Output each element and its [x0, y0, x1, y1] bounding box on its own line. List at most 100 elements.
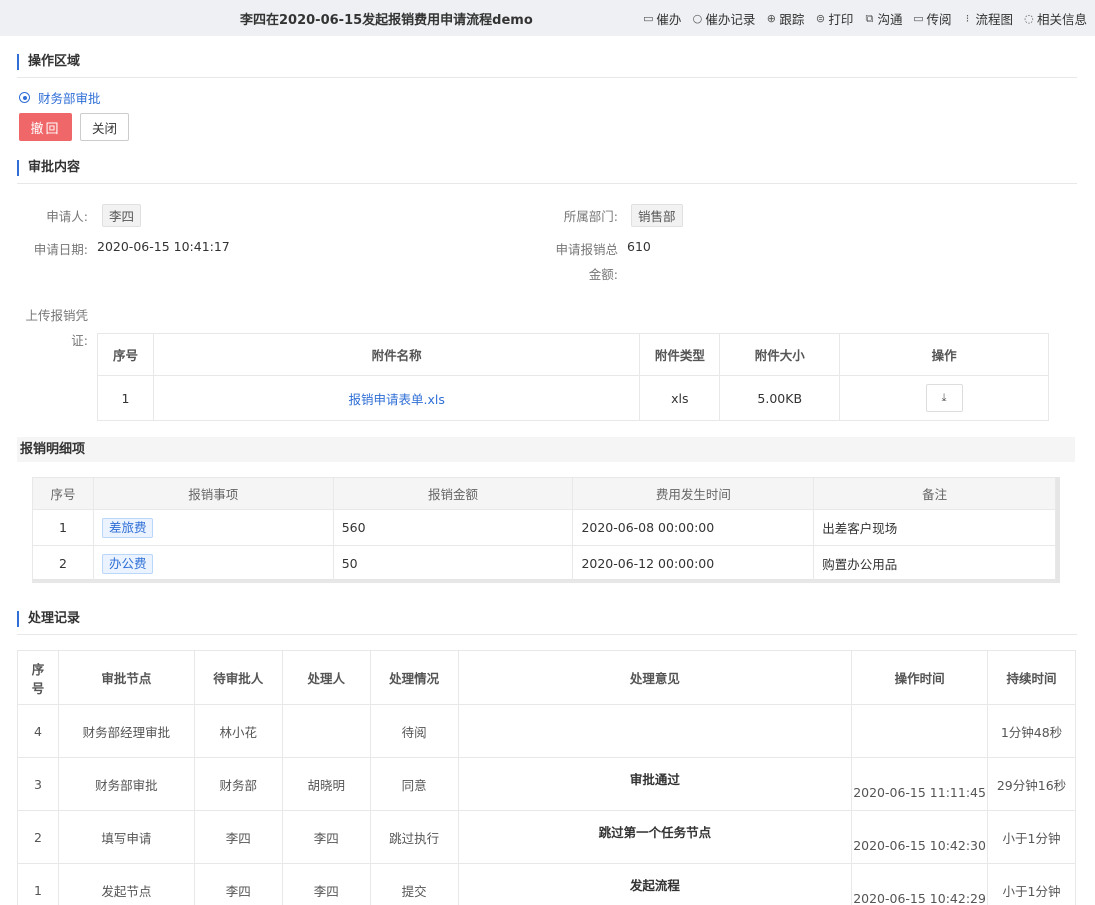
record-pending: 林小花	[193, 704, 283, 758]
print-button[interactable]: ⊜ 打印	[814, 9, 854, 28]
detail-no: 1	[32, 509, 94, 546]
record-opinion: 审批通过	[457, 757, 853, 811]
record-pending: 李四	[193, 863, 283, 905]
attachment-link[interactable]: 报销申请表单.xls	[348, 392, 444, 407]
related-info-button[interactable]: ◌ 相关信息	[1023, 9, 1087, 28]
track-button[interactable]: ⊕ 跟踪	[765, 9, 805, 28]
column-header: 报销金额	[332, 477, 574, 510]
record-duration: 小于1分钟	[987, 810, 1076, 864]
column-header: 处理意见	[457, 650, 853, 705]
record-opinion: 跳过第一个任务节点	[457, 810, 853, 864]
attachment-no: 1	[97, 375, 154, 421]
detail-item-tag: 办公费	[101, 553, 154, 574]
details-table: 序号 报销事项 报销金额 费用发生时间 备注 1 差旅费 560 2020-06…	[32, 477, 1056, 582]
track-label: 跟踪	[779, 12, 805, 27]
record-time	[851, 704, 989, 758]
divider	[17, 77, 1077, 78]
amount-value: 610	[627, 239, 651, 254]
detail-amount: 560	[332, 509, 574, 546]
detail-note: 出差客户现场	[813, 509, 1056, 546]
column-header: 序号	[17, 650, 59, 705]
table-row: 2 办公费 50 2020-06-12 00:00:00 购置办公用品	[32, 545, 1056, 582]
detail-time: 2020-06-08 00:00:00	[572, 509, 815, 546]
search-icon: ○	[692, 12, 703, 25]
table-header-row: 序号 附件名称 附件类型 附件大小 操作	[97, 333, 1049, 376]
table-row: 3 财务部审批 财务部 胡晓明 同意 审批通过 2020-06-15 11:11…	[17, 757, 1076, 811]
detail-time: 2020-06-12 00:00:00	[572, 545, 815, 582]
table-row: 4 财务部经理审批 林小花 待阅 1分钟48秒	[17, 704, 1076, 758]
column-header: 处理人	[281, 650, 371, 705]
record-duration: 小于1分钟	[987, 863, 1076, 905]
comment-icon: ◌	[1024, 12, 1034, 25]
urge-button[interactable]: ▭ 催办	[642, 9, 681, 28]
attachment-type: xls	[639, 375, 721, 421]
header-actions: ▭ 催办 ○ 催办记录 ⊕ 跟踪 ⊜ 打印 ⧉ 沟通 ▭ 传阅 ⁝ 流程图 ◌ 相关信息	[642, 9, 1087, 28]
page-title: 李四在2020-06-15发起报销费用申请流程demo	[240, 13, 533, 28]
divider	[17, 183, 1077, 184]
column-header: 附件大小	[719, 333, 841, 376]
table-row: 2 填写申请 李四 李四 跳过执行 跳过第一个任务节点 2020-06-15 1…	[17, 810, 1076, 864]
chat-icon: ⧉	[865, 11, 874, 25]
record-handler: 李四	[281, 810, 371, 864]
close-button[interactable]: 关闭	[80, 113, 129, 141]
download-icon: ⤓	[941, 391, 947, 404]
record-time: 2020-06-15 10:42:30	[851, 810, 989, 864]
divider	[17, 634, 1077, 635]
flowchart-button[interactable]: ⁝ 流程图	[961, 9, 1013, 28]
operation-section-title: 操作区域	[17, 54, 80, 70]
column-header: 备注	[813, 477, 1056, 510]
target-icon: ⊕	[766, 12, 777, 25]
attachment-actions: ⤓	[839, 375, 1049, 421]
column-header: 序号	[32, 477, 94, 510]
download-button[interactable]: ⤓	[925, 384, 963, 412]
detail-no: 2	[32, 545, 94, 582]
applicant-label: 申请人:	[46, 209, 88, 224]
column-header: 处理情况	[369, 650, 459, 705]
radio-selected-icon[interactable]	[19, 92, 30, 103]
print-label: 打印	[828, 12, 854, 27]
record-no: 4	[17, 704, 59, 758]
attachment-size: 5.00KB	[719, 375, 841, 421]
record-duration: 29分钟16秒	[987, 757, 1076, 811]
related-info-label: 相关信息	[1036, 12, 1087, 27]
detail-amount: 50	[332, 545, 574, 582]
details-table-wrapper: 序号 报销事项 报销金额 费用发生时间 备注 1 差旅费 560 2020-06…	[32, 477, 1060, 583]
attachments-table: 序号 附件名称 附件类型 附件大小 操作 1 报销申请表单.xls xls 5.…	[97, 333, 1049, 421]
attachment-name-cell: 报销申请表单.xls	[152, 375, 641, 421]
record-handler	[281, 704, 371, 758]
record-pending: 李四	[193, 810, 283, 864]
records-table: 序号 审批节点 待审批人 处理人 处理情况 处理意见 操作时间 持续时间 4 财…	[17, 650, 1076, 905]
urge-label: 催办	[656, 12, 682, 27]
communicate-button[interactable]: ⧉ 沟通	[863, 9, 903, 28]
revoke-button[interactable]: 撤回	[19, 113, 72, 141]
record-node: 填写申请	[57, 810, 195, 864]
top-bar: 李四在2020-06-15发起报销费用申请流程demo ▭ 催办 ○ 催办记录 ⊕ 跟…	[0, 0, 1095, 36]
detail-item-tag: 差旅费	[101, 517, 154, 538]
column-header: 报销事项	[92, 477, 334, 510]
circulate-label: 传阅	[926, 12, 952, 27]
table-row: 1 报销申请表单.xls xls 5.00KB ⤓	[97, 375, 1049, 421]
record-time: 2020-06-15 10:42:29	[851, 863, 989, 905]
folder-icon: ▭	[643, 12, 654, 25]
record-status: 同意	[369, 757, 459, 811]
column-header: 持续时间	[987, 650, 1076, 705]
record-opinion: 发起流程	[457, 863, 853, 905]
urge-record-button[interactable]: ○ 催办记录	[691, 9, 756, 28]
upload-label-line1: 上传报销凭	[25, 308, 88, 323]
urge-record-label: 催办记录	[705, 12, 756, 27]
communicate-label: 沟通	[877, 12, 903, 27]
column-header: 审批节点	[57, 650, 195, 705]
details-section-title: 报销明细项	[17, 437, 1075, 462]
record-no: 3	[17, 757, 59, 811]
record-no: 2	[17, 810, 59, 864]
circulate-button[interactable]: ▭ 传阅	[912, 9, 951, 28]
record-time: 2020-06-15 11:11:45	[851, 757, 989, 811]
column-header: 序号	[97, 333, 154, 376]
column-header: 费用发生时间	[572, 477, 815, 510]
table-header-row: 序号 报销事项 报销金额 费用发生时间 备注	[32, 477, 1056, 510]
record-duration: 1分钟48秒	[987, 704, 1076, 758]
table-row: 1 发起节点 李四 李四 提交 发起流程 2020-06-15 10:42:29…	[17, 863, 1076, 905]
records-section-title: 处理记录	[17, 611, 80, 627]
approve-radio-option[interactable]: 财务部审批	[19, 88, 101, 107]
radio-label: 财务部审批	[38, 91, 101, 106]
